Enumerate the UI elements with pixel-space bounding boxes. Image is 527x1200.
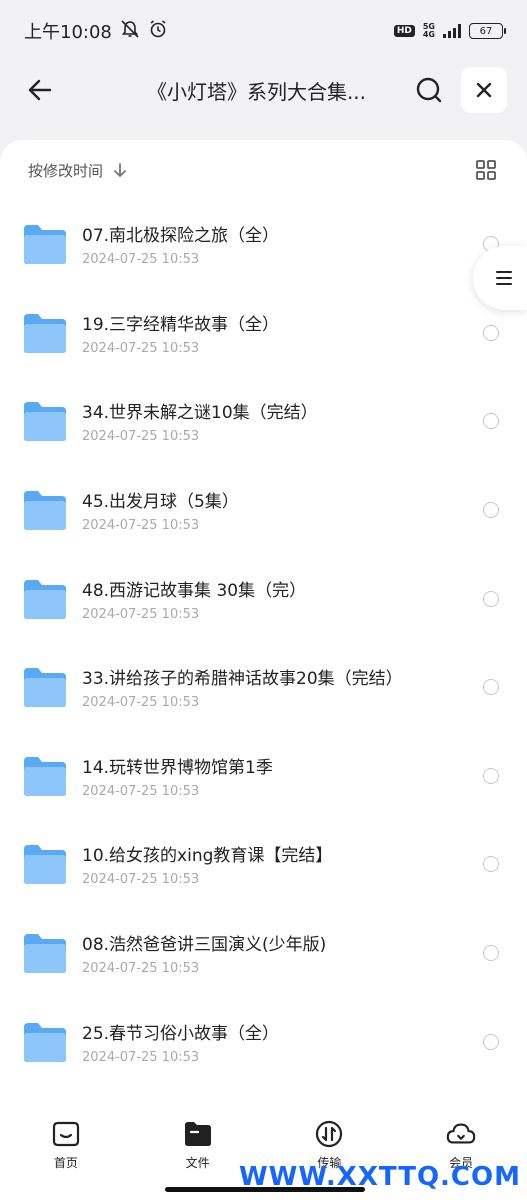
nav-home-label: 首页 bbox=[53, 1156, 78, 1170]
file-name: 19.三字经精华故事（全） bbox=[82, 314, 280, 335]
cloud-icon bbox=[445, 1118, 477, 1150]
nav-home[interactable]: 首页 bbox=[0, 1110, 132, 1200]
file-list-item[interactable]: 14.玩转世界博物馆第1季 2024-07-25 10:53 bbox=[0, 732, 527, 821]
file-list: 07.南北极探险之旅（全） 2024-07-25 10:53 19.三字经精华故… bbox=[0, 200, 527, 1086]
close-button[interactable] bbox=[461, 67, 507, 113]
select-checkbox[interactable] bbox=[483, 679, 499, 696]
file-date: 2024-07-25 10:53 bbox=[82, 783, 200, 799]
sort-button[interactable]: 按修改时间 bbox=[28, 160, 127, 181]
file-info: 07.南北极探险之旅（全） 2024-07-25 10:53 bbox=[82, 221, 473, 267]
nav-files-label: 文件 bbox=[185, 1156, 210, 1170]
file-list-item[interactable]: 48.西游记故事集 30集（完） 2024-07-25 10:53 bbox=[0, 554, 527, 643]
file-name: 34.世界未解之谜10集（完结） bbox=[82, 403, 318, 424]
file-date: 2024-07-25 10:53 bbox=[82, 518, 200, 534]
status-time: 上午10:08 bbox=[24, 22, 112, 43]
file-list-panel: 按修改时间 07.南北极探险之旅（全） 2024-07-25 10:53 19.… bbox=[0, 140, 527, 1110]
file-info: 25.春节习俗小故事（全） 2024-07-25 10:53 bbox=[82, 1019, 473, 1065]
status-left: 上午10:08 bbox=[24, 18, 168, 44]
select-checkbox[interactable] bbox=[483, 856, 499, 873]
home-indicator[interactable] bbox=[165, 1187, 365, 1192]
folder-icon bbox=[24, 402, 66, 442]
file-info: 08.浩然爸爸讲三国演义(少年版) 2024-07-25 10:53 bbox=[82, 930, 473, 976]
file-name: 08.浩然爸爸讲三国演义(少年版) bbox=[82, 935, 327, 956]
page-title: 《小灯塔》系列大合集... bbox=[146, 79, 367, 104]
network-4g-label: 4G bbox=[422, 30, 435, 39]
file-list-item[interactable]: 45.出发月球（5集） 2024-07-25 10:53 bbox=[0, 466, 527, 555]
alarm-icon bbox=[148, 19, 168, 44]
file-info: 10.给女孩的xing教育课【完结】 2024-07-25 10:53 bbox=[82, 841, 473, 887]
select-checkbox[interactable] bbox=[483, 1033, 499, 1050]
file-name: 14.玩转世界博物馆第1季 bbox=[82, 757, 273, 778]
mute-icon bbox=[120, 19, 140, 44]
file-name: 10.给女孩的xing教育课【完结】 bbox=[82, 846, 333, 867]
folder-filled-icon bbox=[182, 1118, 214, 1150]
file-name: 48.西游记故事集 30集（完） bbox=[82, 580, 307, 601]
file-list-item[interactable]: 33.讲给孩子的希腊神话故事20集（完结） 2024-07-25 10:53 bbox=[0, 643, 527, 732]
file-date: 2024-07-25 10:53 bbox=[82, 252, 200, 268]
select-checkbox[interactable] bbox=[483, 590, 499, 607]
grid-view-button[interactable] bbox=[473, 157, 499, 183]
battery-level: 67 bbox=[479, 25, 493, 37]
arrow-down-icon bbox=[114, 163, 126, 177]
file-info: 14.玩转世界博物馆第1季 2024-07-25 10:53 bbox=[82, 753, 473, 799]
file-date: 2024-07-25 10:53 bbox=[82, 429, 200, 445]
file-date: 2024-07-25 10:53 bbox=[82, 340, 200, 356]
menu-icon bbox=[496, 271, 512, 285]
arrow-left-icon bbox=[28, 79, 52, 101]
battery-icon: 67 bbox=[469, 23, 506, 39]
file-date: 2024-07-25 10:53 bbox=[82, 1049, 200, 1065]
select-checkbox[interactable] bbox=[483, 945, 499, 962]
file-name: 07.南北极探险之旅（全） bbox=[82, 226, 280, 247]
folder-icon bbox=[24, 579, 66, 619]
file-list-item[interactable]: 34.世界未解之谜10集（完结） 2024-07-25 10:53 bbox=[0, 377, 527, 466]
file-info: 33.讲给孩子的希腊神话故事20集（完结） 2024-07-25 10:53 bbox=[82, 664, 473, 710]
file-list-item[interactable]: 25.春节习俗小故事（全） 2024-07-25 10:53 bbox=[0, 997, 527, 1086]
select-checkbox[interactable] bbox=[483, 767, 499, 784]
status-bar: 上午10:08 HD 5G 4G 67 bbox=[0, 0, 527, 62]
grid-icon bbox=[476, 160, 496, 180]
network-indicator: 5G 4G bbox=[423, 23, 435, 39]
transfer-icon bbox=[313, 1118, 345, 1150]
folder-icon bbox=[24, 756, 66, 796]
close-icon bbox=[476, 82, 492, 98]
file-date: 2024-07-25 10:53 bbox=[82, 872, 200, 888]
select-checkbox[interactable] bbox=[483, 502, 499, 519]
sort-bar: 按修改时间 bbox=[0, 140, 527, 200]
file-name: 25.春节习俗小故事（全） bbox=[82, 1023, 280, 1044]
file-list-item[interactable]: 10.给女孩的xing教育课【完结】 2024-07-25 10:53 bbox=[0, 820, 527, 909]
folder-icon bbox=[24, 668, 66, 708]
file-info: 19.三字经精华故事（全） 2024-07-25 10:53 bbox=[82, 310, 473, 356]
file-date: 2024-07-25 10:53 bbox=[82, 606, 200, 622]
select-checkbox[interactable] bbox=[483, 413, 499, 430]
select-checkbox[interactable] bbox=[483, 324, 499, 341]
folder-icon bbox=[24, 313, 66, 353]
file-name: 33.讲给孩子的希腊神话故事20集（完结） bbox=[82, 669, 403, 690]
folder-icon bbox=[24, 225, 66, 265]
file-info: 45.出发月球（5集） 2024-07-25 10:53 bbox=[82, 487, 473, 533]
status-right: HD 5G 4G 67 bbox=[393, 23, 506, 39]
back-button[interactable] bbox=[20, 70, 60, 110]
folder-icon bbox=[24, 491, 66, 531]
home-icon bbox=[50, 1118, 82, 1150]
hd-badge: HD bbox=[393, 25, 415, 37]
search-icon bbox=[416, 77, 442, 103]
folder-icon bbox=[24, 845, 66, 885]
sort-label: 按修改时间 bbox=[28, 161, 104, 180]
file-list-item[interactable]: 07.南北极探险之旅（全） 2024-07-25 10:53 bbox=[0, 200, 527, 289]
file-date: 2024-07-25 10:53 bbox=[82, 961, 200, 977]
file-list-item[interactable]: 19.三字经精华故事（全） 2024-07-25 10:53 bbox=[0, 289, 527, 378]
file-info: 48.西游记故事集 30集（完） 2024-07-25 10:53 bbox=[82, 576, 473, 622]
signal-icon bbox=[443, 24, 461, 38]
folder-icon bbox=[24, 1022, 66, 1062]
header-bar: 《小灯塔》系列大合集... bbox=[0, 62, 527, 118]
file-date: 2024-07-25 10:53 bbox=[82, 695, 200, 711]
search-button[interactable] bbox=[409, 70, 449, 110]
file-info: 34.世界未解之谜10集（完结） 2024-07-25 10:53 bbox=[82, 398, 473, 444]
file-list-item[interactable]: 08.浩然爸爸讲三国演义(少年版) 2024-07-25 10:53 bbox=[0, 909, 527, 998]
file-name: 45.出发月球（5集） bbox=[82, 492, 239, 513]
folder-icon bbox=[24, 934, 66, 974]
